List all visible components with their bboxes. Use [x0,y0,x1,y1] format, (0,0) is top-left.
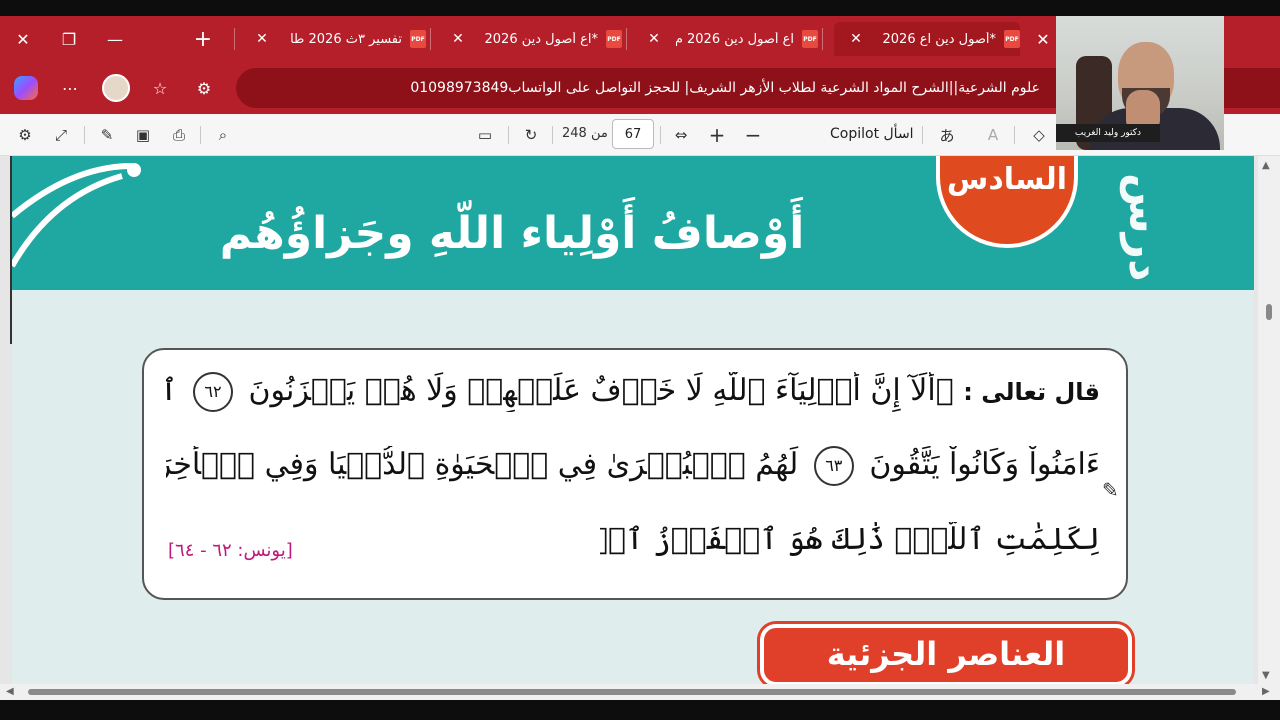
pdf-icon: PDF [606,30,622,48]
scroll-right-arrow-icon[interactable]: ▶ [1262,686,1270,697]
page-view-icon[interactable]: ▭ [472,122,498,148]
webcam-name-label: دكتور وليد الغريب [1056,124,1160,142]
scroll-left-arrow-icon[interactable]: ◀ [6,686,14,697]
bottom-letterbox [0,700,1280,720]
ask-copilot-button[interactable]: اسأل Copilot [830,126,914,142]
toolbar-divider [84,126,85,144]
ayah-number-mark: ٦٣ [813,446,854,486]
page-number-input[interactable]: 67 [612,119,654,149]
close-window-icon[interactable]: ✕ [8,24,38,54]
pdf-page: أَوْصافُ أَوْلِياء اللّهِ وجَزاؤُهُم الس… [12,156,1254,690]
extensions-icon[interactable]: ⚙ [190,74,218,102]
verse-text: لِكَلِمَٰتِ ٱللَّهِۚ ذَٰلِكَ هُوَ ٱلۡفَو… [600,522,1100,557]
tab-close-icon[interactable]: ✕ [252,31,272,47]
tab-divider [626,28,627,50]
tab-divider [234,28,235,50]
toolbar-divider [552,126,553,144]
toolbar-divider [660,126,661,144]
elements-heading: العناصر الجزئية للدرس: [760,624,1132,690]
vertical-scrollbar[interactable]: ▲ ▼ [1258,156,1280,690]
verse-line-3: لِكَلِمَٰتِ ٱللَّهِۚ ذَٰلِكَ هُوَ ٱلۡفَو… [600,522,1100,557]
verse-text: ءَامَنُواْ وَكَانُواْ يَتَّقُونَ [869,447,1100,482]
restore-window-icon[interactable]: ❐ [54,24,84,54]
lesson-title: أَوْصافُ أَوْلِياء اللّهِ وجَزاؤُهُم [219,208,805,259]
toolbar-divider [508,126,509,144]
read-aloud-icon[interactable]: A [980,122,1006,148]
tab-close-icon[interactable]: ✕ [448,31,468,47]
eraser-icon[interactable]: ◇ [1026,122,1052,148]
verse-line-2: ءَامَنُواْ وَكَانُواْ يَتَّقُونَ ٦٣ لَهُ… [166,446,1100,486]
tab-title: *اع أصول دين 2026 [484,31,598,47]
tab-usul-active[interactable]: PDF *أصول دين اع 2026 ✕ [834,22,1020,56]
pdf-icon: PDF [802,30,818,48]
text-caret [10,156,12,344]
tab-usul-3[interactable]: PDF *اع أصول دين 2026 ✕ [442,22,622,56]
horizontal-scrollbar[interactable]: ◀ ▶ [0,684,1280,700]
address-text: علوم الشرعية||الشرح المواد الشرعية لطلاب… [410,80,1040,96]
new-tab-icon[interactable]: + [188,24,218,54]
scroll-down-arrow-icon[interactable]: ▼ [1262,670,1270,681]
ayah-number-mark: ٦٢ [192,372,233,412]
vertical-scroll-thumb[interactable] [1266,304,1272,320]
tab-title: تفسير ٣ث 2026 طا [290,31,402,47]
webcam-overlay: دكتور وليد الغريب [1056,16,1224,150]
search-icon[interactable]: ⌕ [210,122,236,148]
tab-title: *أصول دين اع 2026 [882,31,996,47]
more-options-icon[interactable]: ⋯ [56,74,84,102]
tab-close-icon[interactable]: ✕ [846,31,866,47]
pdf-icon: PDF [410,30,426,48]
top-letterbox [0,0,1280,16]
favorites-icon[interactable]: ☆ [146,74,174,102]
fullscreen-icon[interactable]: ⤢ [48,122,74,148]
copilot-icon[interactable] [12,74,40,102]
toolbar-divider [1014,126,1015,144]
toolbar-divider [200,126,201,144]
save-as-icon[interactable]: ✎ [94,122,120,148]
print-icon[interactable]: ⎙ [166,122,192,148]
verse-citation: [يونس: ٦٢ - ٦٤] [168,540,293,561]
badge-text: السادس [946,162,1068,197]
zoom-out-icon[interactable]: − [740,122,766,148]
translate-icon[interactable]: あ [934,122,960,148]
verse-box: قال تعالى : ﴿أَلَآ إِنَّ أَوۡلِيَآءَ ٱلل… [142,348,1128,600]
tab-close-icon[interactable]: ✕ [1028,24,1058,54]
toolbar-divider [922,126,923,144]
tab-usul-2[interactable]: PDF اع أصول دين 2026 م ✕ [638,22,818,56]
scroll-up-arrow-icon[interactable]: ▲ [1262,160,1270,171]
settings-gear-icon[interactable]: ⚙ [12,122,38,148]
zoom-in-icon[interactable]: + [704,122,730,148]
verse-text: ٱلَّذِينَ [166,373,178,408]
save-icon[interactable]: ▣ [130,122,156,148]
tab-title: اع أصول دين 2026 م [676,31,794,47]
verse-intro-label: قال تعالى : [963,378,1100,406]
rotate-icon[interactable]: ↻ [518,122,544,148]
screen: ✕ ❐ — + PDF تفسير ٣ث 2026 طا ✕ PDF *اع أ… [0,0,1280,720]
fit-width-icon[interactable]: ⇔ [668,122,694,148]
horizontal-scroll-thumb[interactable] [28,689,1236,695]
tab-divider [822,28,823,50]
tab-close-icon[interactable]: ✕ [644,31,664,47]
profile-avatar[interactable] [102,74,130,102]
tab-tafsir[interactable]: PDF تفسير ٣ث 2026 طا ✕ [246,22,426,56]
verse-line-1: قال تعالى : ﴿أَلَآ إِنَّ أَوۡلِيَآءَ ٱلل… [166,372,1100,412]
minimize-window-icon[interactable]: — [100,24,130,54]
lesson-word: درس [1119,173,1170,282]
verse-text: ﴿أَلَآ إِنَّ أَوۡلِيَآءَ ٱللَّهِ لَا خَو… [248,373,954,408]
pdf-icon: PDF [1004,30,1020,48]
page-count: من 248 [562,126,608,141]
tab-divider [430,28,431,50]
pdf-viewport[interactable]: أَوْصافُ أَوْلِياء اللّهِ وجَزاؤُهُم الس… [0,156,1280,720]
verse-text: لَهُمُ ٱلۡبُشۡرَىٰ فِي ٱلۡحَيَوٰةِ ٱلدُّ… [166,447,799,482]
pen-cursor-icon: ✎ [1102,478,1119,502]
